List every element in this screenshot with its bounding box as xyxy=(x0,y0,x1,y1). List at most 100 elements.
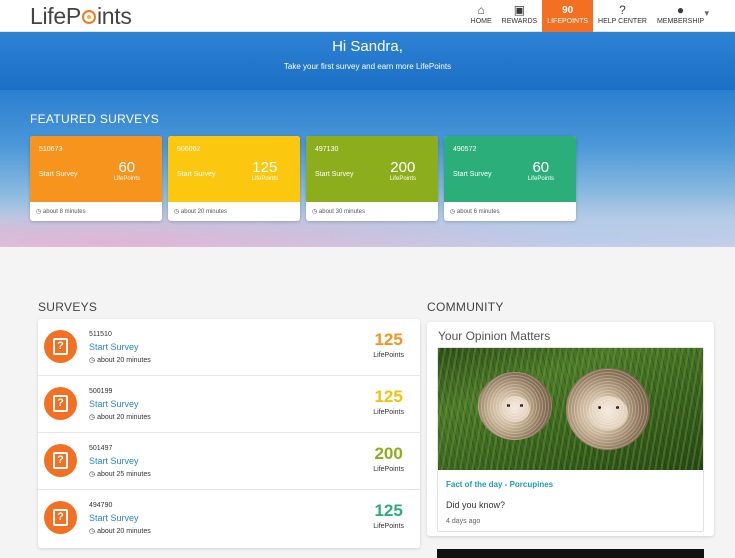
start-survey-link[interactable]: Start Survey xyxy=(89,456,139,466)
help-icon: ? xyxy=(619,3,626,17)
nav-rewards[interactable]: ▣ REWARDS xyxy=(497,0,543,32)
survey-id: 506062 xyxy=(177,146,201,153)
start-survey-link[interactable]: Start Survey xyxy=(453,171,492,178)
duration: ◷ about 20 minutes xyxy=(89,413,151,421)
points: 125 LifePoints xyxy=(252,159,278,183)
hero-banner: Hi Sandra, Take your first survey and ea… xyxy=(0,32,735,90)
featured-card-top: 506062 Start Survey 125 LifePoints xyxy=(168,136,300,202)
post-timestamp: 4 days ago xyxy=(446,518,481,525)
surveys-title: SURVEYS xyxy=(38,300,98,314)
survey-id: 511510 xyxy=(89,331,112,338)
question-icon: ? xyxy=(44,387,77,420)
points: 60 LifePoints xyxy=(113,159,140,183)
clock-icon: ◷ xyxy=(89,414,96,421)
user-icon: ● xyxy=(676,3,685,17)
points-label: LifePoints xyxy=(113,176,140,182)
survey-row[interactable]: ? 500199 Start Survey ◷ about 20 minutes… xyxy=(38,376,420,433)
duration: ◷ about 20 minutes xyxy=(168,202,300,215)
greeting: Hi Sandra, xyxy=(332,38,403,55)
survey-row[interactable]: ? 501497 Start Survey ◷ about 25 minutes… xyxy=(38,433,420,490)
clock-icon: ◷ xyxy=(36,209,42,215)
survey-id: 501497 xyxy=(89,445,113,452)
points-value: 125 xyxy=(374,330,403,349)
nav-help-label: HELP CENTER xyxy=(598,18,647,25)
points-value: 200 xyxy=(390,159,416,176)
logo-text-right: ints xyxy=(96,3,132,29)
survey-row[interactable]: ? 511510 Start Survey ◷ about 20 minutes… xyxy=(38,319,420,376)
start-survey-link[interactable]: Start Survey xyxy=(315,171,354,178)
featured-survey-card[interactable]: 510673 Start Survey 60 LifePoints ◷ about… xyxy=(30,136,162,221)
logo-sun-icon xyxy=(81,10,96,24)
points: 200 LifePoints xyxy=(389,159,416,183)
duration-text: about 6 minutes xyxy=(456,209,500,215)
featured-card-top: 510673 Start Survey 60 LifePoints xyxy=(30,136,162,202)
start-survey-link[interactable]: Start Survey xyxy=(89,342,139,352)
points-label: LifePoints xyxy=(389,176,416,182)
survey-id: 494790 xyxy=(89,502,113,509)
duration-text: about 20 minutes xyxy=(97,357,151,364)
chevron-down-icon[interactable]: ▾ xyxy=(704,8,709,19)
community-title: COMMUNITY xyxy=(427,300,504,314)
points-value: 125 xyxy=(252,159,278,176)
duration: ◷ about 30 minutes xyxy=(306,202,438,215)
survey-row[interactable]: ? 494790 Start Survey ◷ about 20 minutes… xyxy=(38,490,420,547)
clock-icon: ◷ xyxy=(89,471,96,478)
survey-id: 500199 xyxy=(89,388,113,395)
question-icon: ? xyxy=(44,444,77,477)
duration: ◷ about 20 minutes xyxy=(89,527,151,535)
featured-card-top: 490572 Start Survey 60 LifePoints xyxy=(444,136,576,202)
duration-text: about 25 minutes xyxy=(97,471,151,478)
nav-home-label: HOME xyxy=(470,18,492,25)
duration-text: about 30 minutes xyxy=(318,209,365,215)
featured-card-top: 497130 Start Survey 200 LifePoints xyxy=(306,136,438,202)
home-icon: ⌂ xyxy=(477,3,485,17)
post-question: Did you know? xyxy=(446,500,506,510)
nav-lifepoints-label: LIFEPOINTS xyxy=(547,18,589,25)
duration: ◷ about 6 minutes xyxy=(444,202,576,215)
points: 125 LifePoints xyxy=(373,501,404,530)
points-value: 125 xyxy=(374,387,403,406)
next-community-card[interactable] xyxy=(437,549,704,558)
nav-rewards-label: REWARDS xyxy=(501,18,538,25)
community-card: Your Opinion Matters Fact of the day - P… xyxy=(427,322,714,536)
duration-text: about 20 minutes xyxy=(97,528,151,535)
surveys-list: ? 511510 Start Survey ◷ about 20 minutes… xyxy=(38,319,420,548)
points-value: 200 xyxy=(374,444,403,463)
points-value: 125 xyxy=(374,501,403,520)
clock-icon: ◷ xyxy=(89,528,96,535)
community-post[interactable]: Fact of the day - Porcupines Did you kno… xyxy=(437,347,704,532)
points: 60 LifePoints xyxy=(528,160,554,183)
nav-lifepoints[interactable]: 90 LIFEPOINTS xyxy=(542,0,594,32)
duration: ◷ about 20 minutes xyxy=(89,356,151,364)
points-label: LifePoints xyxy=(373,352,404,359)
points-value: 60 xyxy=(118,159,136,176)
nav-home[interactable]: ⌂ HOME xyxy=(466,0,497,32)
points-label: LifePoints xyxy=(373,523,404,530)
clock-icon: ◷ xyxy=(174,209,180,215)
start-survey-link[interactable]: Start Survey xyxy=(89,513,139,523)
start-survey-link[interactable]: Start Survey xyxy=(39,171,78,178)
survey-id: 497130 xyxy=(315,146,339,153)
nav-membership[interactable]: ● MEMBERSHIP xyxy=(652,0,709,32)
start-survey-link[interactable]: Start Survey xyxy=(89,399,139,409)
fact-of-the-day-link[interactable]: Fact of the day - Porcupines xyxy=(446,480,553,489)
points: 200 LifePoints xyxy=(373,444,404,473)
featured-survey-card[interactable]: 497130 Start Survey 200 LifePoints ◷ abou… xyxy=(306,136,438,221)
gift-icon: ▣ xyxy=(513,3,526,17)
start-survey-link[interactable]: Start Survey xyxy=(177,171,216,178)
logo-text-left: LifeP xyxy=(30,3,81,29)
hedgehog-image[interactable] xyxy=(438,348,703,470)
duration-text: about 20 minutes xyxy=(180,209,227,215)
duration: ◷ about 8 minutes xyxy=(30,202,162,215)
lifepoints-logo[interactable]: LifeP ints xyxy=(30,3,132,30)
hero-subtitle: Take your first survey and earn more Lif… xyxy=(283,62,452,71)
points: 125 LifePoints xyxy=(373,387,404,416)
featured-surveys-section: FEATURED SURVEYS 510673 Start Survey 60 L… xyxy=(0,90,735,247)
featured-survey-card[interactable]: 490572 Start Survey 60 LifePoints ◷ about… xyxy=(444,136,576,221)
question-icon: ? xyxy=(44,330,77,363)
lifepoints-balance: 90 xyxy=(562,5,574,16)
survey-id: 490572 xyxy=(453,146,477,153)
featured-survey-card[interactable]: 506062 Start Survey 125 LifePoints ◷ abou… xyxy=(168,136,300,221)
nav-help-center[interactable]: ? HELP CENTER xyxy=(593,0,652,32)
clock-icon: ◷ xyxy=(450,209,456,215)
